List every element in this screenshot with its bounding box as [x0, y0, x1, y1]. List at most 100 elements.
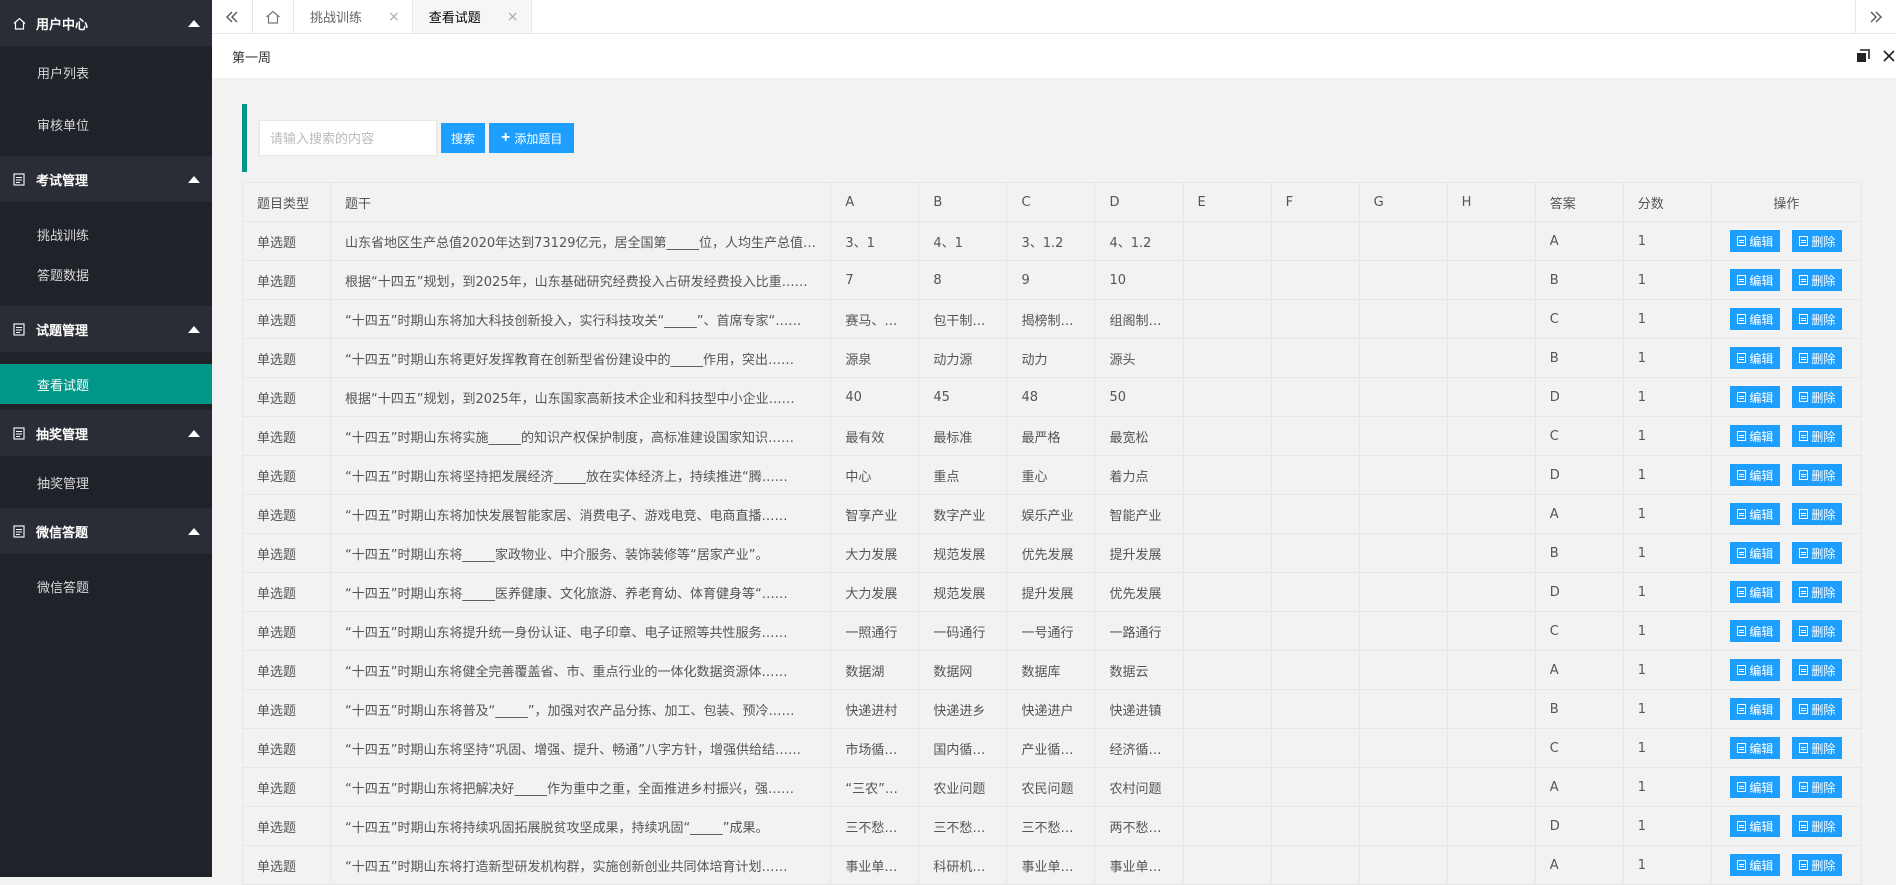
menu-header-lottery[interactable]: 抽奖管理 — [0, 410, 212, 456]
menu-header-exam[interactable]: 考试管理 — [0, 156, 212, 202]
table-cell: 一号通行 — [1006, 611, 1096, 651]
table-cell — [1358, 338, 1448, 378]
table-cell: 1 — [1622, 728, 1712, 768]
edit-button[interactable]: 编辑 — [1730, 230, 1781, 252]
add-question-button[interactable]: + 添加题目 — [489, 123, 575, 153]
close-icon[interactable] — [1882, 49, 1896, 63]
home-tab[interactable] — [253, 0, 294, 33]
table-cell — [1182, 650, 1272, 690]
document-icon — [1799, 743, 1809, 753]
table-cell: C — [1534, 611, 1624, 651]
edit-button[interactable]: 编辑 — [1730, 854, 1781, 876]
edit-label: 编辑 — [1749, 312, 1774, 327]
delete-button[interactable]: 删除 — [1792, 815, 1843, 837]
sidebar-item-answer-data[interactable]: 答题数据 — [0, 254, 212, 294]
tab-challenge[interactable]: 挑战训练 × — [294, 0, 413, 33]
delete-button[interactable]: 删除 — [1792, 776, 1843, 798]
search-input[interactable] — [259, 120, 437, 156]
edit-button[interactable]: 编辑 — [1730, 581, 1781, 603]
table-cell — [1358, 611, 1448, 651]
delete-button[interactable]: 删除 — [1792, 347, 1843, 369]
document-icon — [1799, 587, 1809, 597]
edit-button[interactable]: 编辑 — [1730, 308, 1781, 330]
delete-button[interactable]: 删除 — [1792, 698, 1843, 720]
table-cell: 单选题 — [242, 767, 332, 807]
table-cell — [1182, 806, 1272, 846]
table-cell — [1358, 221, 1448, 261]
delete-label: 删除 — [1811, 780, 1836, 795]
edit-button[interactable]: 编辑 — [1730, 347, 1781, 369]
menu-header-wechat[interactable]: 微信答题 — [0, 508, 212, 554]
table-cell — [1358, 806, 1448, 846]
delete-button[interactable]: 删除 — [1792, 308, 1843, 330]
edit-button[interactable]: 编辑 — [1730, 425, 1781, 447]
edit-label: 编辑 — [1749, 273, 1774, 288]
edit-button[interactable]: 编辑 — [1730, 620, 1781, 642]
edit-button[interactable]: 编辑 — [1730, 464, 1781, 486]
search-button[interactable]: 搜索 — [441, 123, 486, 153]
delete-button[interactable]: 删除 — [1792, 581, 1843, 603]
document-icon — [12, 426, 26, 440]
edit-button[interactable]: 编辑 — [1730, 698, 1781, 720]
edit-button[interactable]: 编辑 — [1730, 737, 1781, 759]
edit-label: 编辑 — [1749, 507, 1774, 522]
menu-header-user-center[interactable]: 用户中心 — [0, 0, 212, 46]
table-cell: 1 — [1622, 806, 1712, 846]
table-cell — [1358, 260, 1448, 300]
edit-label: 编辑 — [1749, 663, 1774, 678]
edit-button[interactable]: 编辑 — [1730, 269, 1781, 291]
sidebar-item-review-unit[interactable]: 审核单位 — [0, 104, 212, 144]
sidebar-item-user-list[interactable]: 用户列表 — [0, 52, 212, 92]
table-cell: 最严格 — [1006, 416, 1096, 456]
delete-button[interactable]: 删除 — [1792, 542, 1843, 564]
table-cell: C — [1534, 299, 1624, 339]
sidebar-item-lottery[interactable]: 抽奖管理 — [0, 462, 212, 502]
edit-label: 编辑 — [1749, 546, 1774, 561]
edit-button[interactable]: 编辑 — [1730, 386, 1781, 408]
table-cell: 1 — [1622, 767, 1712, 807]
delete-button[interactable]: 删除 — [1792, 659, 1843, 681]
edit-button[interactable]: 编辑 — [1730, 503, 1781, 525]
delete-button[interactable]: 删除 — [1792, 464, 1843, 486]
table-row: 单选题 根据“十四五”规划，到2025年，山东国家高新技术企业和科技型中小企业……… — [242, 377, 1862, 417]
table-cell: 单选题 — [242, 689, 332, 729]
edit-button[interactable]: 编辑 — [1730, 815, 1781, 837]
row-actions: 编辑 删除 — [1710, 299, 1862, 339]
table-cell — [1446, 494, 1536, 534]
tab-view-questions[interactable]: 查看试题 × — [412, 0, 532, 33]
delete-button[interactable]: 删除 — [1792, 269, 1843, 291]
close-icon[interactable]: × — [388, 9, 400, 25]
delete-button[interactable]: 删除 — [1792, 230, 1843, 252]
delete-button[interactable]: 删除 — [1792, 620, 1843, 642]
sidebar-item-wechat-quiz[interactable]: 微信答题 — [0, 566, 212, 606]
delete-button[interactable]: 删除 — [1792, 854, 1843, 876]
edit-button[interactable]: 编辑 — [1730, 659, 1781, 681]
document-icon — [12, 322, 26, 336]
table-cell: 智能产业 — [1094, 494, 1184, 534]
delete-label: 删除 — [1811, 273, 1836, 288]
table-cell: 48 — [1006, 377, 1096, 417]
sidebar-item-view-questions[interactable]: 查看试题 — [0, 364, 212, 404]
column-header: 题目类型 — [242, 182, 332, 222]
edit-button[interactable]: 编辑 — [1730, 542, 1781, 564]
column-header: D — [1094, 182, 1184, 222]
table-cell — [1446, 689, 1536, 729]
maximize-icon[interactable] — [1856, 49, 1870, 63]
table-cell: D — [1534, 455, 1624, 495]
delete-button[interactable]: 删除 — [1792, 386, 1843, 408]
edit-button[interactable]: 编辑 — [1730, 776, 1781, 798]
delete-button[interactable]: 删除 — [1792, 503, 1843, 525]
table-cell — [1446, 650, 1536, 690]
delete-button[interactable]: 删除 — [1792, 737, 1843, 759]
delete-button[interactable]: 删除 — [1792, 425, 1843, 447]
close-icon[interactable]: × — [507, 9, 519, 25]
table-cell: 快递进镇 — [1094, 689, 1184, 729]
scroll-right-button[interactable] — [1855, 0, 1896, 33]
scroll-left-button[interactable] — [212, 0, 253, 33]
table-cell: 单选题 — [242, 377, 332, 417]
sidebar-item-challenge[interactable]: 挑战训练 — [0, 214, 212, 254]
menu-header-questions[interactable]: 试题管理 — [0, 306, 212, 352]
document-icon — [1799, 626, 1809, 636]
add-question-label: 添加题目 — [514, 131, 563, 146]
document-icon — [1737, 470, 1747, 480]
